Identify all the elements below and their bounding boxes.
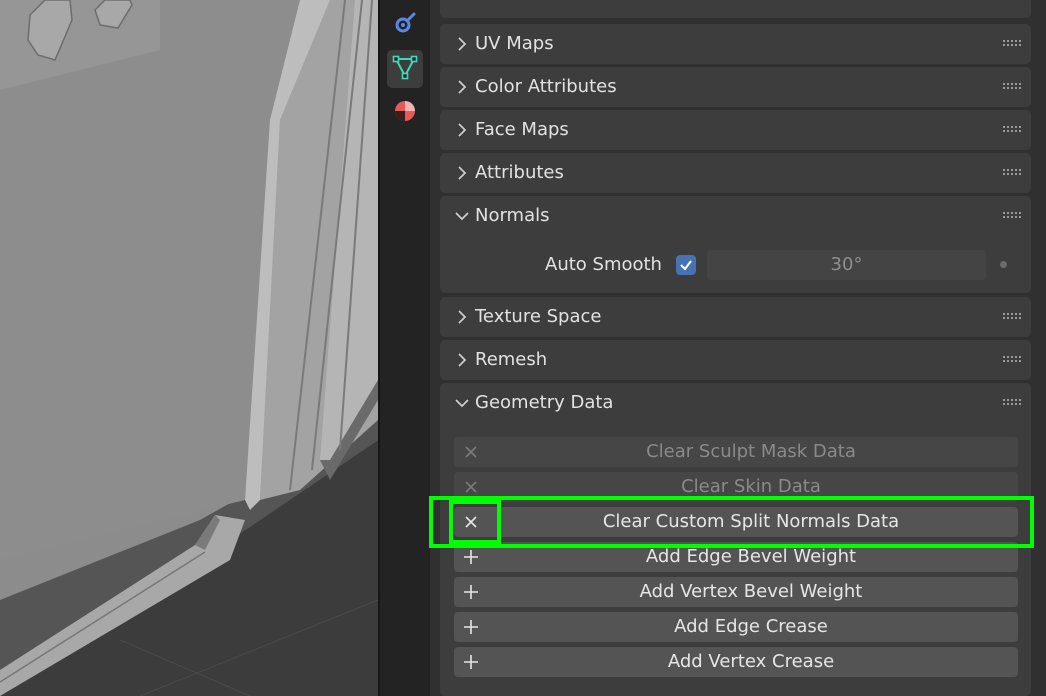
highlight-box bbox=[429, 496, 1034, 548]
keyframe-dot-icon[interactable] bbox=[1000, 261, 1007, 268]
panel-title: Texture Space bbox=[475, 306, 602, 327]
properties-editor: UV Maps Color Attributes Face Maps Attri… bbox=[430, 0, 1046, 696]
panel-title: UV Maps bbox=[475, 33, 554, 54]
panel-header-remesh[interactable]: Remesh bbox=[440, 340, 1031, 380]
add-vertex-crease-button[interactable]: Add Vertex Crease bbox=[454, 647, 1018, 677]
button-label: Add Vertex Bevel Weight bbox=[639, 581, 863, 602]
chevron-right-icon bbox=[458, 353, 467, 367]
plus-icon bbox=[464, 585, 478, 599]
auto-smooth-checkbox[interactable] bbox=[676, 255, 696, 275]
clear-sculpt-mask-data-button[interactable]: Clear Sculpt Mask Data bbox=[454, 437, 1018, 467]
panel-header-attributes[interactable]: Attributes bbox=[440, 153, 1031, 193]
panel-header-uv-maps[interactable]: UV Maps bbox=[440, 24, 1031, 64]
mesh-data-icon bbox=[392, 54, 418, 84]
chevron-down-icon bbox=[455, 399, 469, 408]
panel-header-geometry-data[interactable]: Geometry Data bbox=[440, 383, 1031, 423]
chevron-right-icon bbox=[458, 37, 467, 51]
panel-title: Face Maps bbox=[475, 119, 569, 140]
panel-title: Remesh bbox=[475, 349, 548, 370]
panel-remesh: Remesh bbox=[440, 340, 1031, 380]
chevron-right-icon bbox=[458, 310, 467, 324]
panel-title: Normals bbox=[475, 205, 550, 226]
panel-title: Color Attributes bbox=[475, 76, 617, 97]
add-edge-crease-button[interactable]: Add Edge Crease bbox=[454, 612, 1018, 642]
button-label: Add Vertex Crease bbox=[667, 651, 835, 672]
panel-header-face-maps[interactable]: Face Maps bbox=[440, 110, 1031, 150]
properties-tab-strip bbox=[380, 0, 430, 696]
auto-smooth-angle-field[interactable]: 30° bbox=[707, 250, 986, 280]
panel-texture-space: Texture Space bbox=[440, 297, 1031, 337]
plus-icon bbox=[464, 655, 478, 669]
drag-grip-icon[interactable] bbox=[1003, 399, 1021, 408]
panel-uv-maps: UV Maps bbox=[440, 24, 1031, 64]
tab-object-constraints[interactable] bbox=[387, 6, 423, 44]
panel-title: Geometry Data bbox=[475, 392, 614, 413]
drag-grip-icon[interactable] bbox=[1003, 356, 1021, 365]
x-icon bbox=[465, 446, 477, 458]
3d-viewport[interactable] bbox=[0, 0, 378, 696]
checkmark-icon bbox=[680, 260, 692, 271]
tab-mesh-data[interactable] bbox=[387, 50, 423, 88]
panel-cropped-top bbox=[440, 0, 1031, 18]
panel-header-normals[interactable]: Normals bbox=[440, 196, 1031, 236]
plus-icon bbox=[464, 620, 478, 634]
drag-grip-icon[interactable] bbox=[1003, 169, 1021, 178]
panel-color-attributes: Color Attributes bbox=[440, 67, 1031, 107]
panel-header-texture-space[interactable]: Texture Space bbox=[440, 297, 1031, 337]
panel-face-maps: Face Maps bbox=[440, 110, 1031, 150]
highlight-box-icon bbox=[449, 500, 501, 544]
auto-smooth-label: Auto Smooth bbox=[545, 254, 662, 275]
drag-grip-icon[interactable] bbox=[1003, 126, 1021, 135]
button-label: Clear Sculpt Mask Data bbox=[646, 441, 856, 462]
chevron-right-icon bbox=[458, 80, 467, 94]
panel-header-color-attributes[interactable]: Color Attributes bbox=[440, 67, 1031, 107]
chevron-right-icon bbox=[458, 166, 467, 180]
drag-grip-icon[interactable] bbox=[1003, 313, 1021, 322]
button-label: Add Edge Crease bbox=[674, 616, 828, 637]
tab-material[interactable] bbox=[387, 94, 423, 132]
chevron-down-icon bbox=[455, 212, 469, 221]
material-icon bbox=[393, 99, 417, 127]
panel-title: Attributes bbox=[475, 162, 564, 183]
drag-grip-icon[interactable] bbox=[1003, 212, 1021, 221]
mesh-render bbox=[0, 0, 378, 696]
chevron-right-icon bbox=[458, 123, 467, 137]
drag-grip-icon[interactable] bbox=[1003, 40, 1021, 49]
drag-grip-icon[interactable] bbox=[1003, 83, 1021, 92]
object-constraint-icon bbox=[393, 11, 417, 39]
add-vertex-bevel-weight-button[interactable]: Add Vertex Bevel Weight bbox=[454, 577, 1018, 607]
panel-attributes: Attributes bbox=[440, 153, 1031, 193]
plus-icon bbox=[464, 550, 478, 564]
x-icon bbox=[465, 481, 477, 493]
